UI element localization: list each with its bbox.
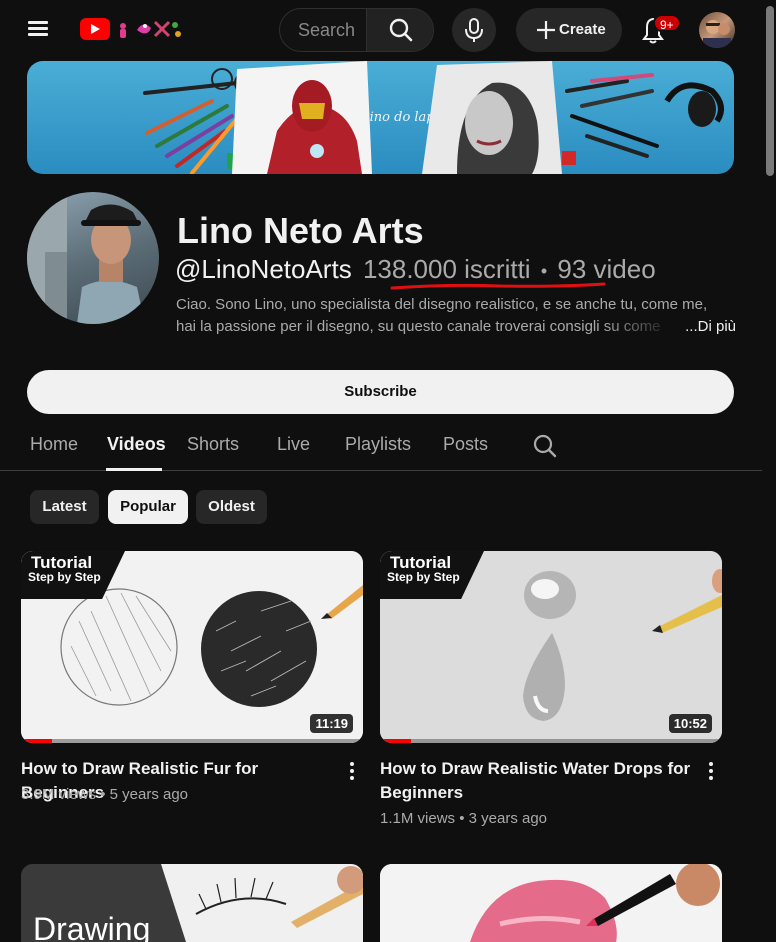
- watch-progress-bar: [380, 739, 722, 743]
- youtube-logo[interactable]: [79, 16, 183, 44]
- tab-videos[interactable]: Videos: [107, 434, 166, 455]
- active-tab-indicator: [106, 468, 162, 471]
- page-scrollbar[interactable]: [766, 0, 774, 942]
- menu-icon[interactable]: [24, 18, 56, 42]
- lips-drawing-art: [380, 864, 722, 942]
- channel-avatar-image: [27, 192, 145, 324]
- channel-handle: @LinoNetoArts: [175, 254, 352, 284]
- chip-latest[interactable]: Latest: [30, 490, 99, 524]
- scrollbar-thumb[interactable]: [766, 6, 774, 176]
- account-avatar[interactable]: [699, 12, 735, 48]
- channel-meta: @LinoNetoArts 138.000 iscritti • 93 vide…: [175, 254, 656, 285]
- video-meta: 3.9M views • 5 years ago: [21, 786, 189, 803]
- voice-search-button[interactable]: [452, 8, 496, 52]
- eyelash-drawing-art: Drawing: [21, 864, 363, 942]
- video-thumbnail[interactable]: Drawing: [21, 864, 363, 942]
- thumbnail-overlay-text: Drawing: [33, 911, 150, 942]
- tab-posts[interactable]: Posts: [443, 434, 488, 455]
- description-line-1: Ciao. Sono Lino, uno specialista del dis…: [176, 296, 708, 313]
- video-thumbnail[interactable]: Tutorial Step by Step 11:19: [21, 551, 363, 743]
- subscribe-button[interactable]: Subscribe: [27, 370, 734, 414]
- avatar-image: [703, 20, 731, 48]
- video-duration: 10:52: [668, 714, 712, 733]
- tab-home[interactable]: Home: [30, 434, 78, 455]
- video-duration: 11:19: [310, 714, 353, 733]
- channel-banner: Lino do lapis: [27, 61, 734, 174]
- video-title[interactable]: How to Draw Realistic Water Drops for Be…: [380, 757, 692, 805]
- channel-tabs: Home Videos Shorts Live Playlists Posts: [0, 424, 762, 471]
- video-thumbnail[interactable]: [380, 864, 722, 942]
- create-label: Create: [559, 21, 606, 38]
- description-line-2: hai la passione per il disegno, su quest…: [176, 318, 661, 335]
- video-thumbnail[interactable]: Tutorial Step by Step 10:52: [380, 551, 722, 743]
- watch-progress-fill: [380, 739, 411, 743]
- channel-avatar[interactable]: [27, 192, 159, 324]
- badge-bottom-text: Step by Step: [28, 570, 101, 584]
- more-actions-icon[interactable]: [705, 760, 717, 782]
- tab-live[interactable]: Live: [277, 434, 310, 455]
- search-input[interactable]: [280, 9, 366, 51]
- subscriber-count: 138.000 iscritti: [362, 254, 531, 284]
- banner-artwork: Lino do lapis: [143, 61, 724, 174]
- create-button[interactable]: Create: [516, 8, 622, 52]
- microphone-icon: [465, 18, 483, 42]
- top-bar: Create 9+: [0, 0, 776, 60]
- channel-search-icon[interactable]: [532, 433, 558, 459]
- video-age: 3 years ago: [468, 810, 548, 827]
- meta-separator: •: [540, 260, 548, 281]
- video-meta: 1.1M views • 3 years ago: [380, 810, 548, 827]
- badge-bottom-text: Step by Step: [387, 570, 460, 584]
- search-icon: [389, 18, 413, 42]
- video-age: 5 years ago: [109, 786, 189, 803]
- tab-playlists[interactable]: Playlists: [345, 434, 411, 455]
- more-link[interactable]: ...Di più: [679, 316, 736, 338]
- channel-name: Lino Neto Arts: [177, 210, 424, 251]
- chip-popular[interactable]: Popular: [108, 490, 188, 524]
- channel-description[interactable]: Ciao. Sono Lino, uno specialista del dis…: [176, 294, 736, 338]
- search-box: [279, 8, 434, 52]
- watch-progress-fill: [21, 739, 52, 743]
- search-button[interactable]: [366, 9, 433, 51]
- notifications-badge: 9+: [653, 14, 681, 32]
- video-count: 93 video: [557, 254, 656, 284]
- red-underline-annotation: [390, 282, 606, 290]
- more-actions-icon[interactable]: [346, 760, 358, 782]
- video-views: 3.9M views: [21, 786, 97, 803]
- tab-shorts[interactable]: Shorts: [187, 434, 239, 455]
- watch-progress-bar: [21, 739, 363, 743]
- chip-oldest[interactable]: Oldest: [196, 490, 267, 524]
- video-views: 1.1M views: [380, 810, 456, 827]
